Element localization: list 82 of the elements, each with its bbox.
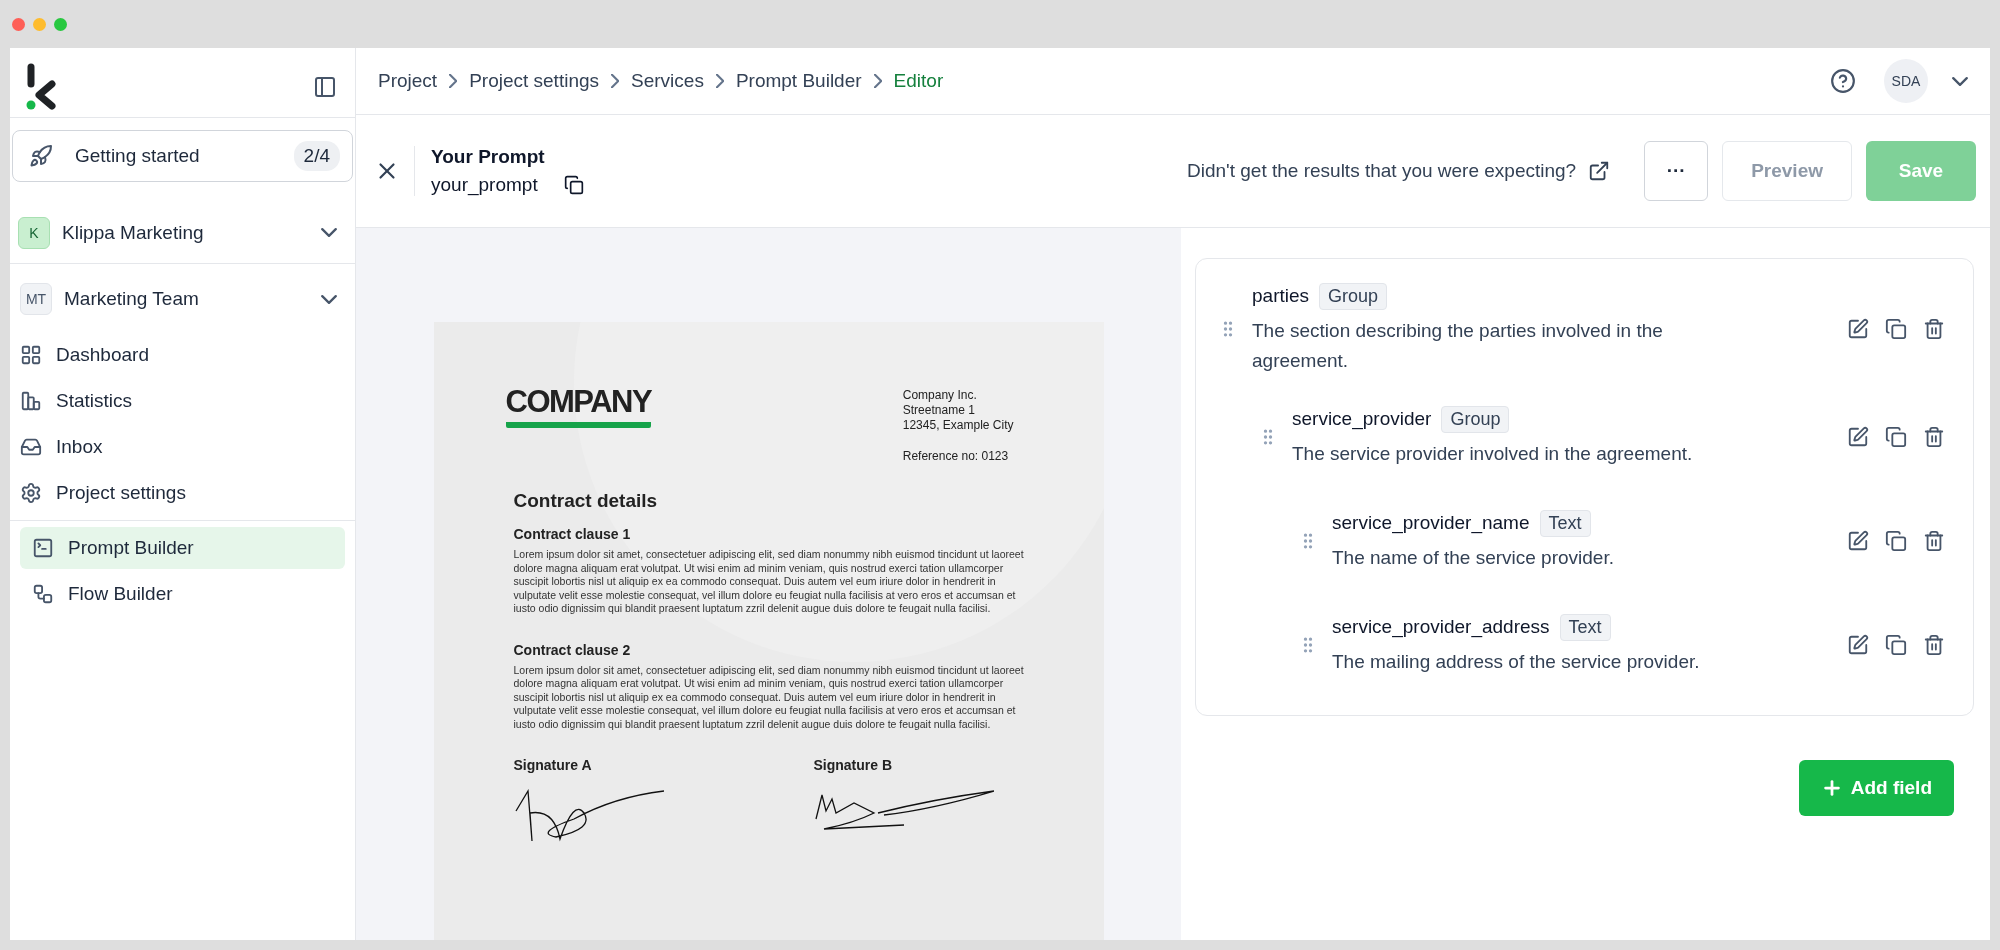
external-link-icon [1588, 160, 1611, 182]
nav-item[interactable]: Flow Builder [20, 573, 345, 615]
inbox-icon [20, 436, 42, 458]
breadcrumb-link[interactable]: Prompt Builder [735, 70, 862, 92]
field-type-tag: Text [1539, 509, 1591, 537]
bar-chart-icon [20, 390, 42, 412]
chevron-right-icon [873, 74, 882, 88]
breadcrumb-link[interactable]: Project settings [469, 70, 600, 92]
address-line: Company Inc. [902, 388, 978, 403]
edit-icon[interactable] [1847, 426, 1869, 448]
nav-item[interactable]: Dashboard [20, 334, 345, 376]
clause-text: Lorem ipsum dolor sit amet, consectetuer adipiscing elit, sed diam nonummy nibh euismod tincidunt ut laoreet dolore magna aliquam erat volutpat. Ut wisi enim ad minim veniam, quis nostrud exerci tation ullamcorper suscipit lobortis nisl ut aliquip ex ea commodo consequat. Duis autem vel eum iriure dolor in hendrerit in vulputate velit esse molestie consequat, vel illum dolore eu feugiat nulla facilisis at vero eros et accumsan et iusto odio dignissim qui blandit praesent luptatum zzril delenit augue duis dolore te feugait nulla facilisi. [513, 663, 1025, 731]
window-close-dot[interactable] [12, 17, 25, 31]
field-type-tag: Text [1559, 613, 1611, 641]
trash-icon[interactable] [1923, 634, 1945, 656]
address-line: Streetname 1 [902, 403, 976, 418]
breadcrumb-link[interactable]: Editor [893, 70, 944, 92]
signature-label: Signature A [513, 757, 593, 773]
field-name: service_provider_address [1332, 616, 1550, 638]
grid-icon [20, 344, 42, 366]
team-selector[interactable]: MT Marketing Team [20, 268, 345, 330]
settings-icon [20, 482, 42, 504]
nav-item[interactable]: Statistics [20, 380, 345, 422]
clause-heading: Contract clause 2 [513, 641, 632, 658]
prompt-title: Your Prompt [431, 146, 546, 168]
window-minimize-dot[interactable] [33, 17, 46, 31]
team-avatar: MT [20, 283, 52, 315]
workspace-selector[interactable]: K Klippa Marketing [10, 202, 355, 264]
trash-icon[interactable] [1923, 318, 1945, 340]
chevron-right-icon [715, 74, 724, 88]
getting-started-button[interactable]: Getting started 2/4 [12, 130, 353, 182]
reference-number: Reference no: 0123 [902, 449, 1010, 464]
field-name: service_provider [1292, 408, 1432, 430]
copy-icon[interactable] [1885, 530, 1907, 552]
chevron-right-icon [611, 74, 620, 88]
signature-label: Signature B [813, 757, 894, 773]
more-button[interactable]: ··· [1644, 141, 1709, 201]
chevron-down-icon [1952, 76, 1968, 86]
rocket-icon [29, 144, 53, 168]
nav-item[interactable]: Project settings [20, 472, 345, 514]
document-title: Contract details [513, 490, 659, 512]
edit-icon[interactable] [1847, 318, 1869, 340]
copy-icon[interactable] [1885, 634, 1907, 656]
getting-started-label: Getting started [75, 145, 201, 167]
field-type-tag: Group [1319, 282, 1388, 310]
flow-icon [32, 583, 54, 605]
workspace-avatar: K [18, 216, 50, 249]
chevron-down-icon [321, 228, 337, 237]
field-description: The section describing the parties involved in the agreement. [1252, 318, 1664, 373]
field-name: service_provider_name [1332, 512, 1530, 534]
address-line: 12345, Example City [902, 418, 1014, 433]
clause-text: Lorem ipsum dolor sit amet, consectetuer adipiscing elit, sed diam nonummy nibh euismod tincidunt ut laoreet dolore magna aliquam erat volutpat. Ut wisi enim ad minim veniam, quis nostrud exerci tation ullamcorper suscipit lobortis nisl ut aliquip ex ea commodo consequat. Duis autem vel eum iriure dolor in hendrerit in vulputate velit esse molestie consequat, vel illum dolore eu feugiat nulla facilisis at vero eros et accumsan et iusto odio dignissim qui blandit praesent luptatum zzril delenit augue duis dolore te feugait nulla facilisi. [513, 548, 1025, 616]
trash-icon[interactable] [1923, 426, 1945, 448]
logo-icon [26, 61, 56, 112]
company-logo: COMPANY [505, 384, 652, 428]
breadcrumb-link[interactable]: Services [631, 70, 704, 92]
field-type-tag: Group [1441, 405, 1510, 433]
nav-item[interactable]: Inbox [20, 426, 345, 468]
user-avatar[interactable]: SDA [1884, 59, 1928, 103]
workspace-name: Klippa Marketing [62, 221, 205, 244]
clause-heading: Contract clause 1 [513, 526, 632, 542]
team-name: Marketing Team [64, 288, 200, 310]
trash-icon[interactable] [1923, 530, 1945, 552]
sidebar-toggle-icon[interactable] [313, 74, 337, 99]
field-name: parties [1252, 285, 1310, 307]
field-description: The mailing address of the service provider. [1332, 649, 1701, 674]
edit-icon[interactable] [1847, 634, 1869, 656]
breadcrumb-link[interactable]: Project [378, 70, 438, 92]
terminal-icon [32, 537, 54, 559]
chevron-down-icon [321, 294, 337, 304]
nav-item[interactable]: Prompt Builder [20, 527, 345, 569]
field-description: The name of the service provider. [1332, 545, 1615, 570]
edit-icon[interactable] [1847, 530, 1869, 552]
copy-icon[interactable] [1885, 318, 1907, 340]
prompt-key: your_prompt [431, 174, 538, 196]
field-description: The service provider involved in the agreement. [1292, 441, 1694, 466]
copy-icon[interactable] [1885, 426, 1907, 448]
window-maximize-dot[interactable] [54, 17, 67, 31]
progress-count: 2/4 [293, 141, 340, 171]
help-icon[interactable] [1830, 68, 1856, 94]
copy-icon[interactable] [563, 175, 584, 195]
chevron-right-icon [449, 74, 458, 88]
